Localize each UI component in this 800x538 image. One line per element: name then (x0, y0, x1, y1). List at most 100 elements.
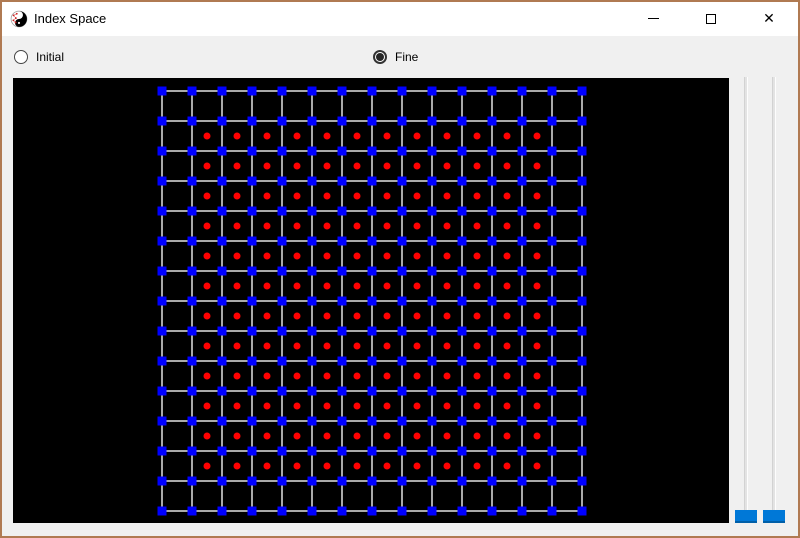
grid-dot[interactable] (263, 192, 271, 200)
grid-dot[interactable] (203, 462, 211, 470)
grid-node[interactable] (277, 206, 287, 216)
grid-node[interactable] (157, 356, 167, 366)
grid-node[interactable] (157, 446, 167, 456)
grid-node[interactable] (517, 86, 527, 96)
grid-node[interactable] (517, 146, 527, 156)
grid-node[interactable] (427, 206, 437, 216)
grid-dot[interactable] (323, 192, 331, 200)
grid-dot[interactable] (233, 432, 241, 440)
grid-dot[interactable] (323, 372, 331, 380)
grid-dot[interactable] (533, 132, 541, 140)
grid-dot[interactable] (473, 192, 481, 200)
grid-node[interactable] (457, 146, 467, 156)
grid-dot[interactable] (203, 312, 211, 320)
grid-dot[interactable] (233, 312, 241, 320)
grid-node[interactable] (397, 386, 407, 396)
grid-node[interactable] (187, 116, 197, 126)
grid-node[interactable] (517, 416, 527, 426)
grid-dot[interactable] (263, 372, 271, 380)
grid-node[interactable] (307, 206, 317, 216)
grid-node[interactable] (457, 116, 467, 126)
grid-dot[interactable] (533, 342, 541, 350)
grid-dot[interactable] (293, 222, 301, 230)
grid-node[interactable] (397, 506, 407, 516)
grid-node[interactable] (577, 356, 587, 366)
grid-node[interactable] (307, 176, 317, 186)
grid-node[interactable] (277, 86, 287, 96)
grid-node[interactable] (487, 176, 497, 186)
grid-node[interactable] (367, 446, 377, 456)
grid-dot[interactable] (503, 162, 511, 170)
grid-dot[interactable] (503, 432, 511, 440)
grid-node[interactable] (547, 446, 557, 456)
grid-dot[interactable] (323, 342, 331, 350)
grid-node[interactable] (517, 506, 527, 516)
grid-dot[interactable] (413, 372, 421, 380)
grid-node[interactable] (577, 206, 587, 216)
grid-dot[interactable] (203, 192, 211, 200)
radio-initial-circle[interactable] (14, 50, 28, 64)
grid-node[interactable] (577, 176, 587, 186)
grid-node[interactable] (337, 86, 347, 96)
grid-node[interactable] (247, 236, 257, 246)
grid-node[interactable] (367, 266, 377, 276)
grid-node[interactable] (247, 506, 257, 516)
grid-dot[interactable] (503, 222, 511, 230)
grid-dot[interactable] (263, 222, 271, 230)
grid-dot[interactable] (233, 252, 241, 260)
grid-dot[interactable] (233, 162, 241, 170)
grid-node[interactable] (457, 506, 467, 516)
grid-dot[interactable] (413, 162, 421, 170)
grid-node[interactable] (277, 326, 287, 336)
grid-node[interactable] (577, 296, 587, 306)
slider-2-thumb[interactable] (763, 510, 785, 523)
grid-node[interactable] (337, 326, 347, 336)
grid-node[interactable] (577, 326, 587, 336)
grid-dot[interactable] (263, 282, 271, 290)
grid-node[interactable] (217, 506, 227, 516)
grid-node[interactable] (367, 416, 377, 426)
grid-node[interactable] (337, 446, 347, 456)
grid-dot[interactable] (413, 132, 421, 140)
grid-dot[interactable] (293, 372, 301, 380)
grid-node[interactable] (367, 86, 377, 96)
grid-node[interactable] (187, 296, 197, 306)
grid-dot[interactable] (413, 342, 421, 350)
grid-dot[interactable] (443, 402, 451, 410)
grid-node[interactable] (517, 296, 527, 306)
grid-dot[interactable] (203, 282, 211, 290)
grid-node[interactable] (157, 206, 167, 216)
grid-dot[interactable] (413, 252, 421, 260)
grid-dot[interactable] (503, 132, 511, 140)
grid-node[interactable] (547, 476, 557, 486)
grid-dot[interactable] (353, 342, 361, 350)
grid-node[interactable] (487, 206, 497, 216)
grid-node[interactable] (487, 266, 497, 276)
grid-node[interactable] (397, 356, 407, 366)
grid-dot[interactable] (233, 342, 241, 350)
grid-node[interactable] (307, 146, 317, 156)
grid-node[interactable] (487, 146, 497, 156)
grid-node[interactable] (457, 416, 467, 426)
radio-fine[interactable]: Fine (373, 36, 418, 78)
grid-node[interactable] (307, 356, 317, 366)
grid-dot[interactable] (323, 312, 331, 320)
grid-node[interactable] (307, 476, 317, 486)
grid-dot[interactable] (233, 372, 241, 380)
grid-node[interactable] (397, 176, 407, 186)
grid-node[interactable] (337, 116, 347, 126)
grid-node[interactable] (487, 506, 497, 516)
radio-initial[interactable]: Initial (14, 36, 64, 78)
grid-node[interactable] (157, 326, 167, 336)
grid-node[interactable] (367, 326, 377, 336)
grid-node[interactable] (397, 326, 407, 336)
grid-node[interactable] (397, 476, 407, 486)
grid-dot[interactable] (233, 222, 241, 230)
grid-node[interactable] (247, 416, 257, 426)
grid-node[interactable] (217, 86, 227, 96)
grid-dot[interactable] (383, 462, 391, 470)
grid-dot[interactable] (323, 162, 331, 170)
grid-node[interactable] (577, 476, 587, 486)
grid-node[interactable] (367, 146, 377, 156)
grid-dot[interactable] (293, 462, 301, 470)
